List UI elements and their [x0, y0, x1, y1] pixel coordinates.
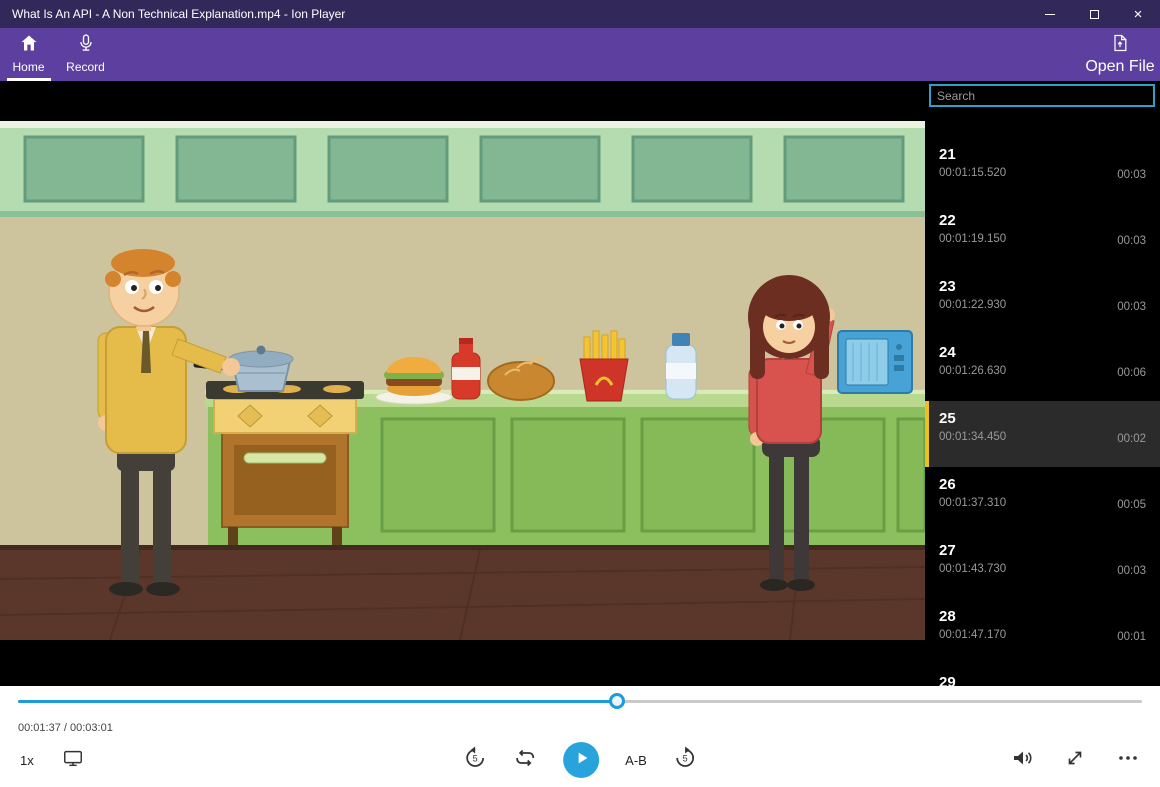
center-controls: 5 A-B 5: [463, 738, 697, 782]
chapter-time: 00:01:19.150: [939, 233, 1007, 245]
chapter-number: 21: [939, 146, 956, 163]
list-item[interactable]: 24 00:01:26.630 00:06: [925, 335, 1160, 401]
more-options-button[interactable]: [1116, 746, 1140, 775]
svg-text:5: 5: [682, 753, 687, 763]
chapter-time: 00:01:15.520: [939, 167, 1007, 179]
control-row: 1x 5 A-B 5: [0, 738, 1160, 782]
tab-record-label: Record: [66, 60, 105, 74]
seek-fill: [18, 700, 618, 703]
open-file-label: Open File: [1085, 58, 1155, 75]
seek-handle[interactable]: [609, 693, 626, 709]
chapter-duration: 00:03: [1117, 565, 1146, 577]
volume-icon: [1010, 746, 1034, 775]
home-icon: [19, 33, 39, 58]
upper-cabinets: [0, 121, 925, 217]
chapter-duration: 00:05: [1117, 499, 1146, 511]
fries-box: [579, 330, 629, 402]
chapter-time: 00:01:34.450: [939, 431, 1007, 443]
repeat-button[interactable]: [513, 746, 537, 775]
list-item[interactable]: 26 00:01:37.310 00:05: [925, 467, 1160, 533]
fullscreen-icon: [1064, 747, 1086, 774]
minimize-button[interactable]: [1028, 0, 1072, 28]
record-icon: [76, 33, 96, 58]
list-item[interactable]: 22 00:01:19.150 00:03: [925, 203, 1160, 269]
list-item[interactable]: 27 00:01:43.730 00:03: [925, 533, 1160, 599]
player-controls: 00:01:37 / 00:03:01 1x 5 A-B 5: [0, 686, 1160, 787]
window-controls: ×: [1028, 0, 1160, 28]
app-window: What Is An API - A Non Technical Explana…: [0, 0, 1160, 787]
chapter-duration: 00:03: [1117, 169, 1146, 181]
chapter-number: 28: [939, 608, 956, 625]
chapter-time: 00:01:26.630: [939, 365, 1007, 377]
chapter-duration: 00:03: [1117, 235, 1146, 247]
skip-back-button[interactable]: 5: [463, 746, 487, 775]
more-icon: [1116, 746, 1140, 775]
ab-loop-button[interactable]: A-B: [625, 753, 647, 768]
skip-forward-button[interactable]: 5: [673, 746, 697, 775]
seek-bar[interactable]: [18, 693, 1142, 709]
main-area: 21 00:01:15.520 00:03 22 00:01:19.150 00…: [0, 81, 1160, 686]
tab-record[interactable]: Record: [57, 28, 114, 81]
list-item[interactable]: 21 00:01:15.520 00:03: [925, 137, 1160, 203]
chapter-list: 21 00:01:15.520 00:03 22 00:01:19.150 00…: [925, 137, 1160, 686]
video-frame-cartoon-kitchen: [0, 121, 925, 640]
stove: [206, 381, 364, 545]
skip-back-5-icon: 5: [463, 746, 487, 775]
titlebar[interactable]: What Is An API - A Non Technical Explana…: [0, 0, 1160, 28]
chapter-duration: 00:06: [1117, 367, 1146, 379]
chapter-time: 00:01:22.930: [939, 299, 1007, 311]
tab-home-label: Home: [12, 60, 45, 74]
search-input[interactable]: [929, 84, 1155, 107]
subtitles-button[interactable]: [62, 747, 84, 774]
video-surface[interactable]: [0, 81, 925, 686]
chapter-number: 26: [939, 476, 956, 493]
play-icon: [571, 748, 591, 773]
play-button[interactable]: [563, 742, 600, 778]
chapter-duration: 00:01: [1117, 631, 1146, 643]
chapter-duration: 00:02: [1117, 433, 1146, 445]
chapter-number: 27: [939, 542, 956, 559]
chapter-sidebar: 21 00:01:15.520 00:03 22 00:01:19.150 00…: [925, 81, 1160, 686]
repeat-icon: [513, 746, 537, 775]
time-display: 00:01:37 / 00:03:01: [18, 722, 113, 734]
subtitles-icon: [62, 747, 84, 774]
fullscreen-button[interactable]: [1064, 747, 1086, 774]
chapter-number: 24: [939, 344, 956, 361]
list-item-selected[interactable]: 25 00:01:34.450 00:02: [925, 401, 1160, 467]
close-button[interactable]: ×: [1116, 0, 1160, 28]
close-icon: ×: [1133, 5, 1143, 23]
chapter-duration: 00:03: [1117, 301, 1146, 313]
list-item[interactable]: 29: [925, 665, 1160, 686]
chapter-number: 22: [939, 212, 956, 229]
ribbon-spacer: [114, 28, 1080, 81]
left-controls: 1x: [20, 738, 84, 782]
chapter-number: 25: [939, 410, 956, 427]
volume-button[interactable]: [1010, 746, 1034, 775]
svg-text:5: 5: [473, 753, 478, 763]
maximize-button[interactable]: [1072, 0, 1116, 28]
skip-forward-5-icon: 5: [673, 746, 697, 775]
list-item[interactable]: 23 00:01:22.930 00:03: [925, 269, 1160, 335]
minimize-icon: [1045, 13, 1055, 15]
bread-loaf: [487, 361, 555, 401]
chapter-number: 29: [939, 674, 956, 686]
right-controls: [1010, 738, 1140, 782]
open-file-button[interactable]: Open File: [1080, 28, 1160, 81]
ribbon: Home Record Open File: [0, 28, 1160, 81]
microwave: [837, 330, 913, 394]
chapter-number: 23: [939, 278, 956, 295]
window-title: What Is An API - A Non Technical Explana…: [12, 7, 346, 21]
list-item[interactable]: 28 00:01:47.170 00:01: [925, 599, 1160, 665]
maximize-icon: [1089, 9, 1099, 19]
chapter-time: 00:01:37.310: [939, 497, 1007, 509]
playback-speed-button[interactable]: 1x: [20, 753, 34, 768]
chapter-time: 00:01:47.170: [939, 629, 1007, 641]
open-file-icon: [1110, 33, 1130, 58]
chapter-time: 00:01:43.730: [939, 563, 1007, 575]
tab-home[interactable]: Home: [0, 28, 57, 81]
